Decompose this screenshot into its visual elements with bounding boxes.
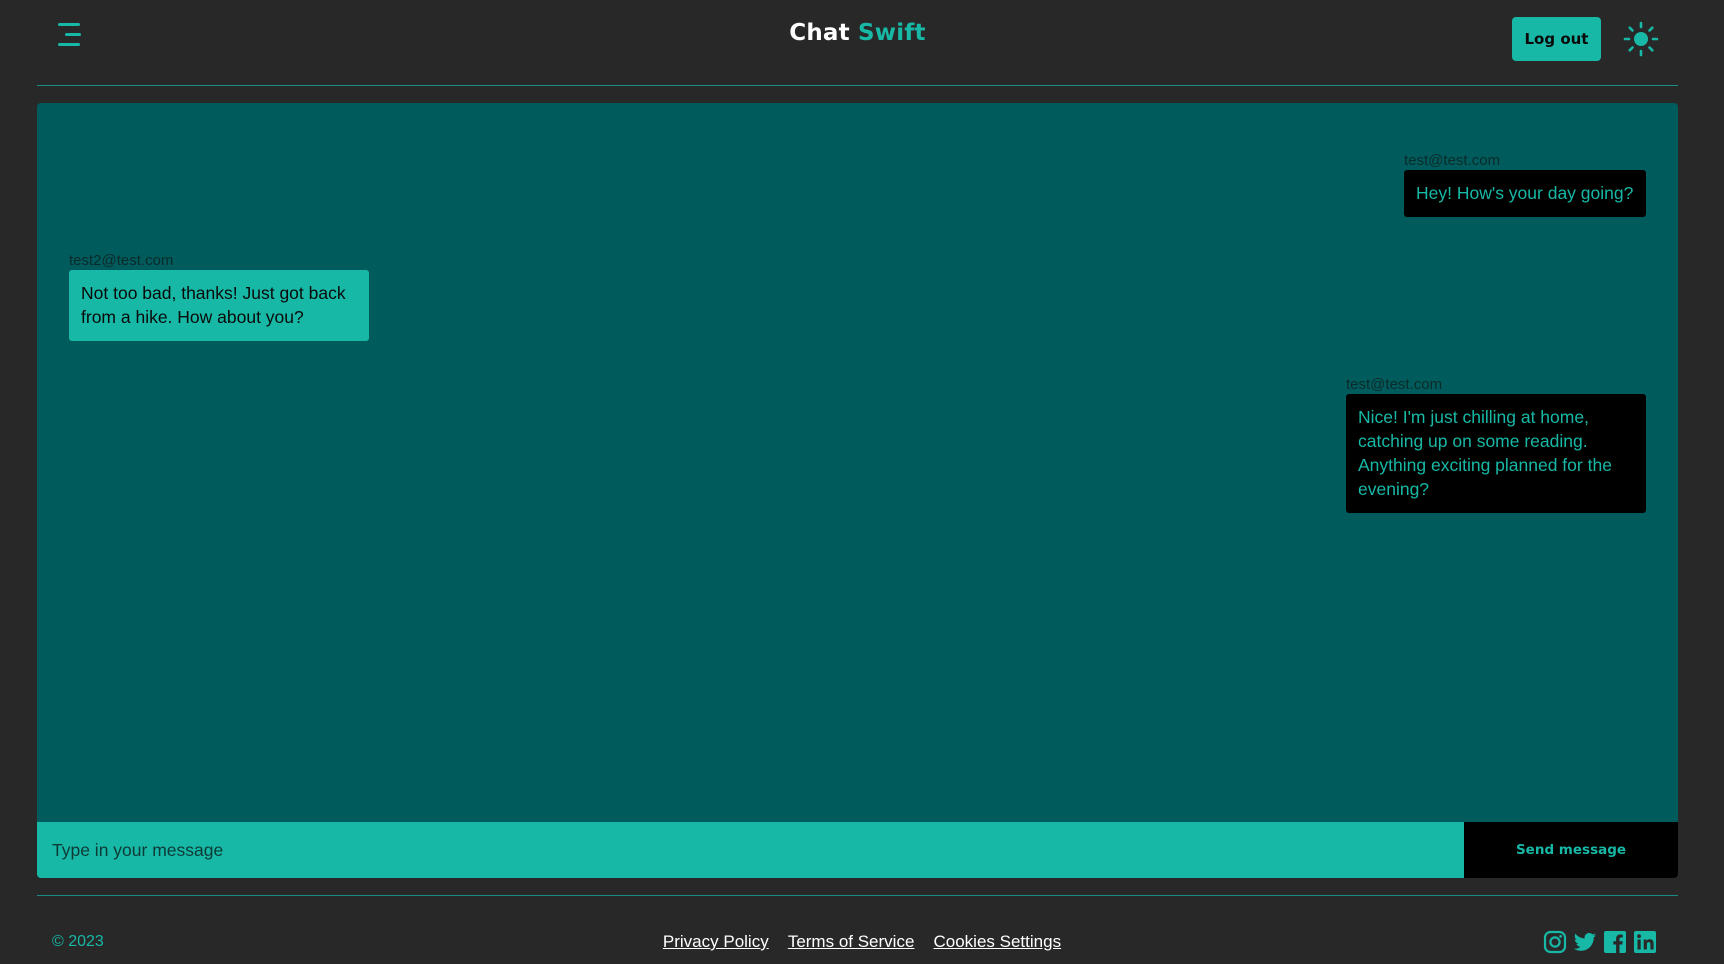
message-sender: test2@test.com bbox=[69, 252, 174, 269]
brand-part-swift: Swift bbox=[858, 20, 926, 46]
app-header: Chat Swift Log out bbox=[37, 0, 1678, 86]
message-input[interactable] bbox=[37, 822, 1464, 878]
privacy-policy-link[interactable]: Privacy Policy bbox=[663, 932, 769, 951]
message-item: test@test.com Nice! I'm just chilling at… bbox=[1346, 376, 1646, 513]
linkedin-icon[interactable] bbox=[1633, 930, 1657, 954]
footer-links: Privacy Policy Terms of Service Cookies … bbox=[0, 932, 1724, 952]
message-bubble: Not too bad, thanks! Just got back from … bbox=[69, 270, 369, 341]
message-sender: test@test.com bbox=[1346, 376, 1443, 393]
instagram-icon[interactable] bbox=[1543, 930, 1567, 954]
twitter-icon[interactable] bbox=[1573, 930, 1597, 954]
message-item: test@test.com Hey! How's your day going? bbox=[1404, 152, 1646, 217]
message-bubble: Nice! I'm just chilling at home, catchin… bbox=[1346, 394, 1646, 513]
facebook-icon[interactable] bbox=[1603, 930, 1627, 954]
message-sender: test@test.com bbox=[1404, 152, 1501, 169]
chat-panel: test@test.com Hey! How's your day going?… bbox=[37, 103, 1678, 878]
social-links bbox=[1543, 930, 1657, 954]
message-bubble: Hey! How's your day going? bbox=[1404, 170, 1646, 217]
message-item: test2@test.com Not too bad, thanks! Just… bbox=[69, 252, 369, 341]
terms-of-service-link[interactable]: Terms of Service bbox=[788, 932, 915, 951]
sun-icon[interactable] bbox=[1623, 21, 1659, 57]
logout-button[interactable]: Log out bbox=[1512, 17, 1601, 61]
message-composer: Send message bbox=[37, 822, 1678, 878]
footer-divider bbox=[37, 895, 1678, 896]
cookies-settings-link[interactable]: Cookies Settings bbox=[934, 932, 1062, 951]
brand-part-chat: Chat bbox=[789, 20, 850, 46]
send-message-button[interactable]: Send message bbox=[1464, 822, 1678, 878]
app-logo: Chat Swift bbox=[37, 20, 1678, 46]
